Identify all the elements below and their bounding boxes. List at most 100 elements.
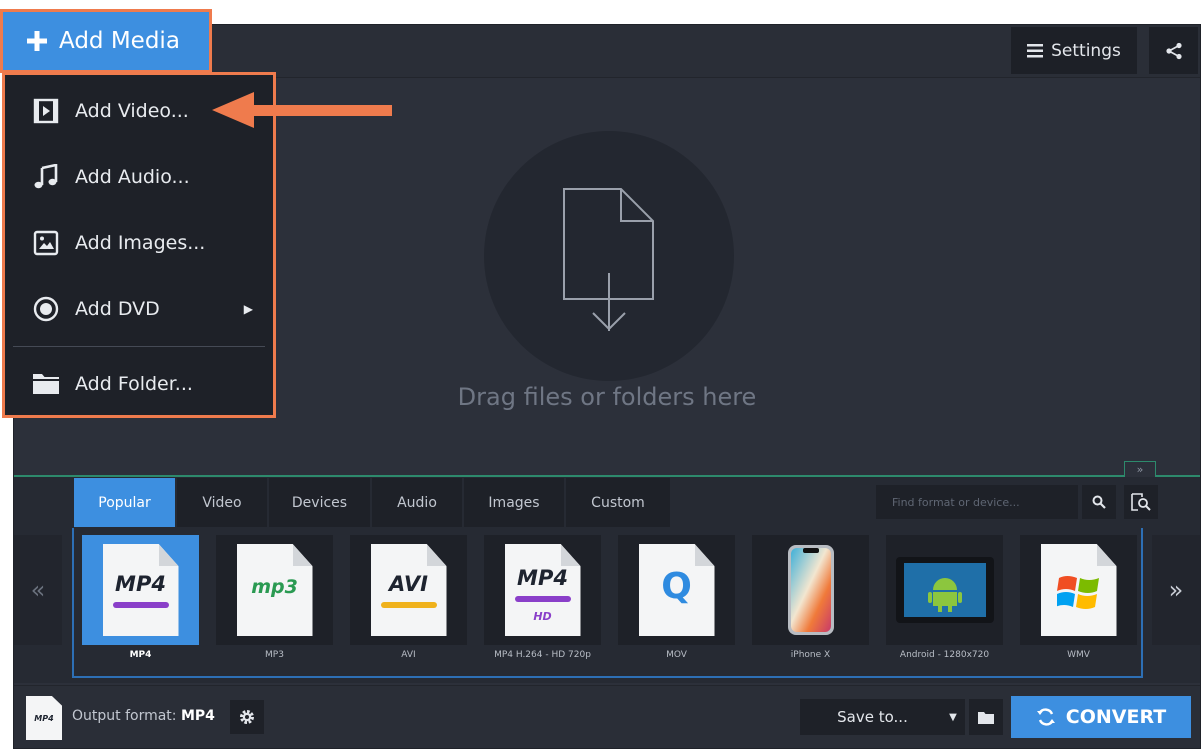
output-settings-button[interactable] <box>230 700 264 734</box>
menu-item-label: Add DVD <box>75 298 160 320</box>
open-folder-button[interactable] <box>969 699 1003 735</box>
tab-custom[interactable]: Custom <box>566 478 670 527</box>
output-format: Output format: MP4 <box>72 708 215 724</box>
format-item-wmv[interactable]: WMV <box>1020 535 1137 675</box>
collapse-panel-button[interactable]: » <box>1124 461 1156 477</box>
tab-devices[interactable]: Devices <box>269 478 372 527</box>
format-search-input[interactable]: Find format or device... <box>876 485 1078 519</box>
format-item-mp3[interactable]: mp3 MP3 <box>216 535 333 675</box>
chevron-right-icon: ▶ <box>243 302 253 316</box>
windows-media-file-icon <box>1040 544 1117 636</box>
tab-images[interactable]: Images <box>464 478 566 527</box>
gear-icon <box>240 710 254 724</box>
format-tabs: Popular Video Devices Audio Images Custo… <box>74 478 670 527</box>
menu-item-add-audio[interactable]: Add Audio... <box>5 152 273 202</box>
menu-icon <box>1027 43 1044 57</box>
menu-item-label: Add Images... <box>75 232 206 254</box>
detect-device-button[interactable] <box>1124 485 1158 519</box>
format-badge: MP4 <box>115 572 166 596</box>
music-note-icon <box>31 162 61 192</box>
share-button[interactable] <box>1149 27 1198 74</box>
format-item-mov[interactable]: Q MOV <box>618 535 735 675</box>
plus-icon <box>27 31 47 51</box>
menu-item-label: Add Video... <box>75 100 189 122</box>
menu-item-add-folder[interactable]: Add Folder... <box>5 359 273 409</box>
add-media-label: Add Media <box>59 28 180 54</box>
format-label: MP4 <box>129 650 152 660</box>
video-icon <box>31 96 61 126</box>
format-item-mp4-hd[interactable]: MP4 HD MP4 H.264 - HD 720p <box>484 535 601 675</box>
menu-divider <box>13 346 265 347</box>
format-label: MP3 <box>265 650 284 660</box>
device-search-icon <box>1131 493 1151 511</box>
menu-item-add-images[interactable]: Add Images... <box>5 218 273 268</box>
android-tablet-icon <box>895 557 994 623</box>
tab-video[interactable]: Video <box>177 478 269 527</box>
output-format-label: Output format: <box>72 708 177 724</box>
tab-popular[interactable]: Popular <box>74 478 177 527</box>
double-chevron-down-icon: » <box>1136 463 1144 476</box>
format-badge: Q <box>661 566 692 607</box>
settings-label: Settings <box>1051 40 1121 61</box>
format-tile: mp3 <box>216 535 333 645</box>
format-item-mp4[interactable]: MP4 MP4 <box>82 535 199 675</box>
menu-item-label: Add Audio... <box>75 166 190 188</box>
format-tile: MP4 <box>82 535 199 645</box>
iphone-icon <box>787 545 834 635</box>
mp4-hd-file-icon: MP4 HD <box>504 544 581 636</box>
scroll-right-button[interactable]: » <box>1152 535 1200 645</box>
save-to-label: Save to... <box>837 708 908 726</box>
format-list: MP4 MP4 mp3 MP3 AVI AVI MP4 HD MP4 H.264… <box>72 528 1143 678</box>
format-item-avi[interactable]: AVI AVI <box>350 535 467 675</box>
mp3-file-icon: mp3 <box>236 544 313 636</box>
format-tile: AVI <box>350 535 467 645</box>
search-button[interactable] <box>1082 485 1116 519</box>
save-to-dropdown[interactable]: ▼ <box>942 699 964 735</box>
caret-down-icon: ▼ <box>949 711 957 723</box>
format-badge: MP4 <box>517 566 568 590</box>
convert-button[interactable]: CONVERT <box>1011 696 1191 738</box>
convert-label: CONVERT <box>1065 706 1167 728</box>
search-icon <box>1092 495 1106 509</box>
drop-target-circle <box>484 131 734 381</box>
format-label: MOV <box>666 650 687 660</box>
quicktime-file-icon: Q <box>638 544 715 636</box>
tab-audio[interactable]: Audio <box>372 478 464 527</box>
format-tile <box>752 535 869 645</box>
format-item-iphone-x[interactable]: iPhone X <box>752 535 869 675</box>
settings-button[interactable]: Settings <box>1011 27 1137 74</box>
menu-item-label: Add Folder... <box>75 373 193 395</box>
image-icon <box>31 228 61 258</box>
format-tile <box>1020 535 1137 645</box>
format-panel: Popular Video Devices Audio Images Custo… <box>14 477 1200 683</box>
output-format-value: MP4 <box>180 708 215 724</box>
format-tile <box>886 535 1003 645</box>
share-icon <box>1165 42 1182 59</box>
format-label: iPhone X <box>790 650 831 660</box>
bottom-bar: MP4 Output format: MP4 Save to... ▼ CONV… <box>14 685 1200 748</box>
format-label: AVI <box>401 650 416 660</box>
avi-file-icon: AVI <box>370 544 447 636</box>
callout-arrow <box>212 92 392 128</box>
format-tile: Q <box>618 535 735 645</box>
mp4-file-icon: MP4 <box>102 544 179 636</box>
hd-badge: HD <box>533 610 552 623</box>
format-badge: AVI <box>389 572 428 596</box>
folder-icon <box>31 369 61 399</box>
file-download-icon <box>563 188 654 331</box>
disc-icon <box>31 294 61 324</box>
format-tile: MP4 HD <box>484 535 601 645</box>
format-badge: mp3 <box>251 576 298 598</box>
format-item-android[interactable]: Android - 1280x720 <box>886 535 1003 675</box>
format-label: WMV <box>1067 650 1090 660</box>
menu-item-add-dvd[interactable]: Add DVD ▶ <box>5 284 273 334</box>
folder-icon <box>978 711 994 724</box>
format-label: Android - 1280x720 <box>899 650 990 660</box>
refresh-icon <box>1036 708 1055 726</box>
double-chevron-right-icon: » <box>1168 576 1184 604</box>
add-media-button[interactable]: Add Media <box>0 9 212 73</box>
save-to-button[interactable]: Save to... <box>800 699 965 735</box>
format-search-placeholder: Find format or device... <box>892 495 1020 509</box>
scroll-left-button[interactable]: « <box>14 535 62 645</box>
format-label: MP4 H.264 - HD 720p <box>494 650 591 660</box>
